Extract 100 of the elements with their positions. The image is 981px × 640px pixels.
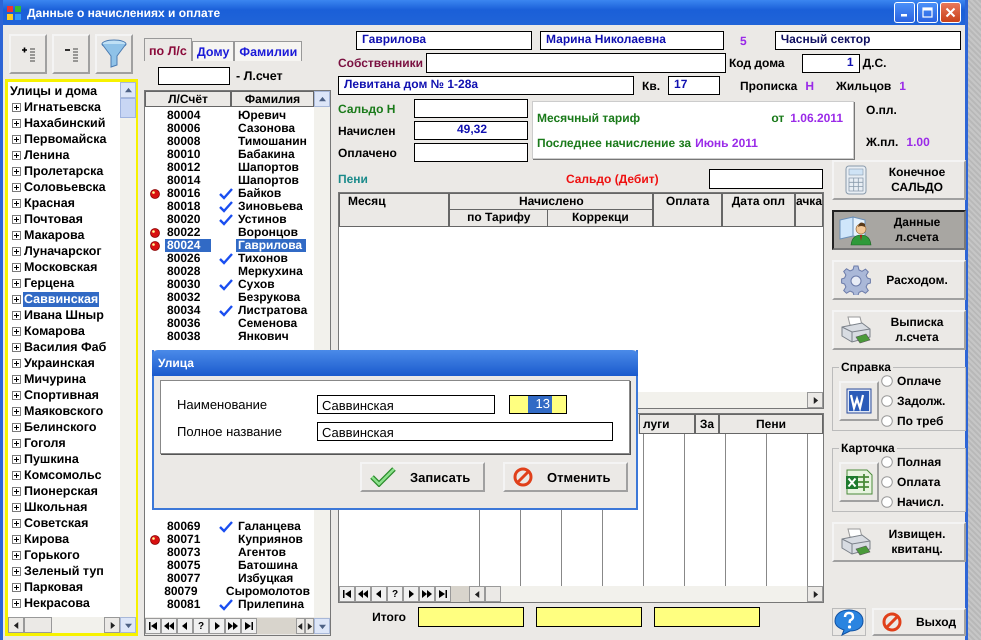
expand-icon[interactable] bbox=[12, 422, 21, 432]
account-number[interactable]: 80010 bbox=[165, 148, 211, 161]
expand-icon[interactable] bbox=[12, 486, 21, 496]
surname[interactable]: Куприянов bbox=[236, 533, 307, 546]
expand-icon[interactable] bbox=[12, 582, 21, 592]
account-number[interactable]: 80020 bbox=[165, 213, 211, 226]
surname[interactable]: Янкович bbox=[236, 330, 293, 343]
nav-next-page-button[interactable] bbox=[419, 586, 435, 602]
expand-icon[interactable] bbox=[12, 230, 21, 240]
tree-item[interactable]: Комсомольс bbox=[23, 468, 103, 482]
tree-item[interactable]: Спортивная bbox=[23, 388, 100, 402]
nav-first-button[interactable] bbox=[145, 618, 161, 634]
balance-field[interactable] bbox=[414, 143, 528, 162]
scroll-up-button[interactable] bbox=[314, 91, 330, 107]
column-header[interactable]: Дата опл bbox=[722, 193, 795, 227]
tree-item[interactable]: Школьная bbox=[23, 500, 88, 514]
surname[interactable]: Листратова bbox=[236, 304, 312, 317]
horizontal-scrollbar[interactable] bbox=[451, 586, 823, 602]
minimize-button[interactable] bbox=[894, 2, 915, 23]
tree-item[interactable]: Макарова bbox=[23, 228, 86, 242]
expand-icon[interactable] bbox=[12, 454, 21, 464]
scroll-thumb[interactable] bbox=[24, 617, 52, 633]
account-number[interactable]: 80026 bbox=[165, 252, 211, 265]
address-field[interactable]: Левитана дом № 1-28а bbox=[338, 76, 634, 95]
tree-item[interactable]: Советская bbox=[23, 516, 90, 530]
column-header[interactable]: Пени bbox=[719, 414, 823, 434]
radio-option[interactable]: Задолж. bbox=[881, 394, 946, 408]
surname[interactable]: Сыромолотов bbox=[224, 585, 314, 598]
account-search-field[interactable] bbox=[158, 67, 230, 85]
scroll-thumb[interactable] bbox=[485, 586, 501, 602]
tree-item[interactable]: Горького bbox=[23, 548, 81, 562]
owners-field[interactable] bbox=[426, 53, 726, 73]
help-button[interactable] bbox=[832, 608, 866, 636]
nav-last-button[interactable] bbox=[241, 618, 257, 634]
tree-item[interactable]: Парковая bbox=[23, 580, 84, 594]
scroll-right-button[interactable] bbox=[807, 586, 823, 602]
house-code-field[interactable]: 1 bbox=[802, 54, 860, 72]
expand-icon[interactable] bbox=[12, 326, 21, 336]
expand-icon[interactable] bbox=[12, 278, 21, 288]
surname[interactable]: Воронцов bbox=[236, 226, 302, 239]
expand-icon[interactable] bbox=[12, 294, 21, 304]
nav-last-button[interactable] bbox=[435, 586, 451, 602]
action-button[interactable]: Данные л.счета bbox=[832, 210, 966, 250]
account-number[interactable]: 80077 bbox=[165, 572, 211, 585]
radio-icon[interactable] bbox=[881, 415, 893, 427]
nav-first-button[interactable] bbox=[339, 586, 355, 602]
balance-field[interactable]: 49,32 bbox=[414, 121, 528, 140]
expand-icon[interactable] bbox=[12, 342, 21, 352]
surname[interactable]: Гаврилова bbox=[236, 239, 306, 252]
expand-icon[interactable] bbox=[12, 198, 21, 208]
account-number[interactable]: 80075 bbox=[165, 559, 211, 572]
expand-icon[interactable] bbox=[12, 166, 21, 176]
name-field[interactable]: Саввинская bbox=[317, 395, 495, 414]
account-number[interactable]: 80014 bbox=[165, 174, 211, 187]
expand-icon[interactable] bbox=[12, 598, 21, 608]
find-button[interactable]: ? bbox=[193, 618, 209, 634]
column-header[interactable]: Фамилия bbox=[231, 91, 314, 107]
surname[interactable]: Зиновьева bbox=[236, 200, 307, 213]
balance-field[interactable] bbox=[414, 99, 528, 118]
column-header[interactable]: Л/Счёт bbox=[145, 91, 231, 107]
nav-prev-button[interactable] bbox=[177, 618, 193, 634]
expand-icon[interactable] bbox=[12, 102, 21, 112]
expand-icon[interactable] bbox=[12, 470, 21, 480]
scroll-down-button[interactable] bbox=[314, 618, 330, 634]
tab[interactable]: Дому bbox=[192, 41, 234, 61]
account-number[interactable]: 80024 bbox=[165, 239, 211, 252]
tab[interactable]: Фамилии bbox=[234, 41, 302, 61]
tree-item[interactable]: Игнатьевска bbox=[23, 100, 102, 114]
radio-option[interactable]: Оплаче bbox=[881, 374, 946, 388]
nav-next-button[interactable] bbox=[209, 618, 225, 634]
account-number[interactable]: 80016 bbox=[165, 187, 211, 200]
account-number[interactable]: 80032 bbox=[165, 291, 211, 304]
surname[interactable]: Батошина bbox=[236, 559, 302, 572]
nav-prev-button[interactable] bbox=[371, 586, 387, 602]
surname[interactable]: Шапортов bbox=[236, 161, 303, 174]
tree-item[interactable]: Красная bbox=[23, 196, 76, 210]
column-header[interactable]: ачка bbox=[794, 193, 823, 227]
expand-icon[interactable] bbox=[12, 246, 21, 256]
tree-item[interactable]: Мичурина bbox=[23, 372, 87, 386]
surname[interactable]: Байков bbox=[236, 187, 286, 200]
account-number[interactable]: 80081 bbox=[165, 598, 211, 611]
account-number[interactable]: 80030 bbox=[165, 278, 211, 291]
surname[interactable]: Безрукова bbox=[236, 291, 304, 304]
tree-item[interactable]: Маяковского bbox=[23, 404, 104, 418]
save-button[interactable]: Записать bbox=[360, 462, 485, 492]
expand-icon[interactable] bbox=[12, 310, 21, 320]
action-button[interactable]: Расходом. bbox=[832, 260, 966, 300]
filter-button[interactable] bbox=[95, 34, 133, 74]
tree-item[interactable]: Белинского bbox=[23, 420, 98, 434]
tree-item[interactable]: Нахабинский bbox=[23, 116, 106, 130]
nav-prev-page-button[interactable] bbox=[355, 586, 371, 602]
account-number[interactable]: 80038 bbox=[165, 330, 211, 343]
code-field[interactable]: 13 bbox=[509, 395, 567, 414]
surname[interactable]: Галанцева bbox=[236, 520, 305, 533]
vertical-scrollbar[interactable] bbox=[120, 82, 136, 617]
surname[interactable]: Прилепина bbox=[236, 598, 308, 611]
scroll-thumb[interactable] bbox=[257, 618, 296, 634]
expand-icon[interactable] bbox=[12, 262, 21, 272]
tree-item[interactable]: Соловьевска bbox=[23, 180, 107, 194]
column-header[interactable]: Оплата bbox=[653, 193, 722, 227]
